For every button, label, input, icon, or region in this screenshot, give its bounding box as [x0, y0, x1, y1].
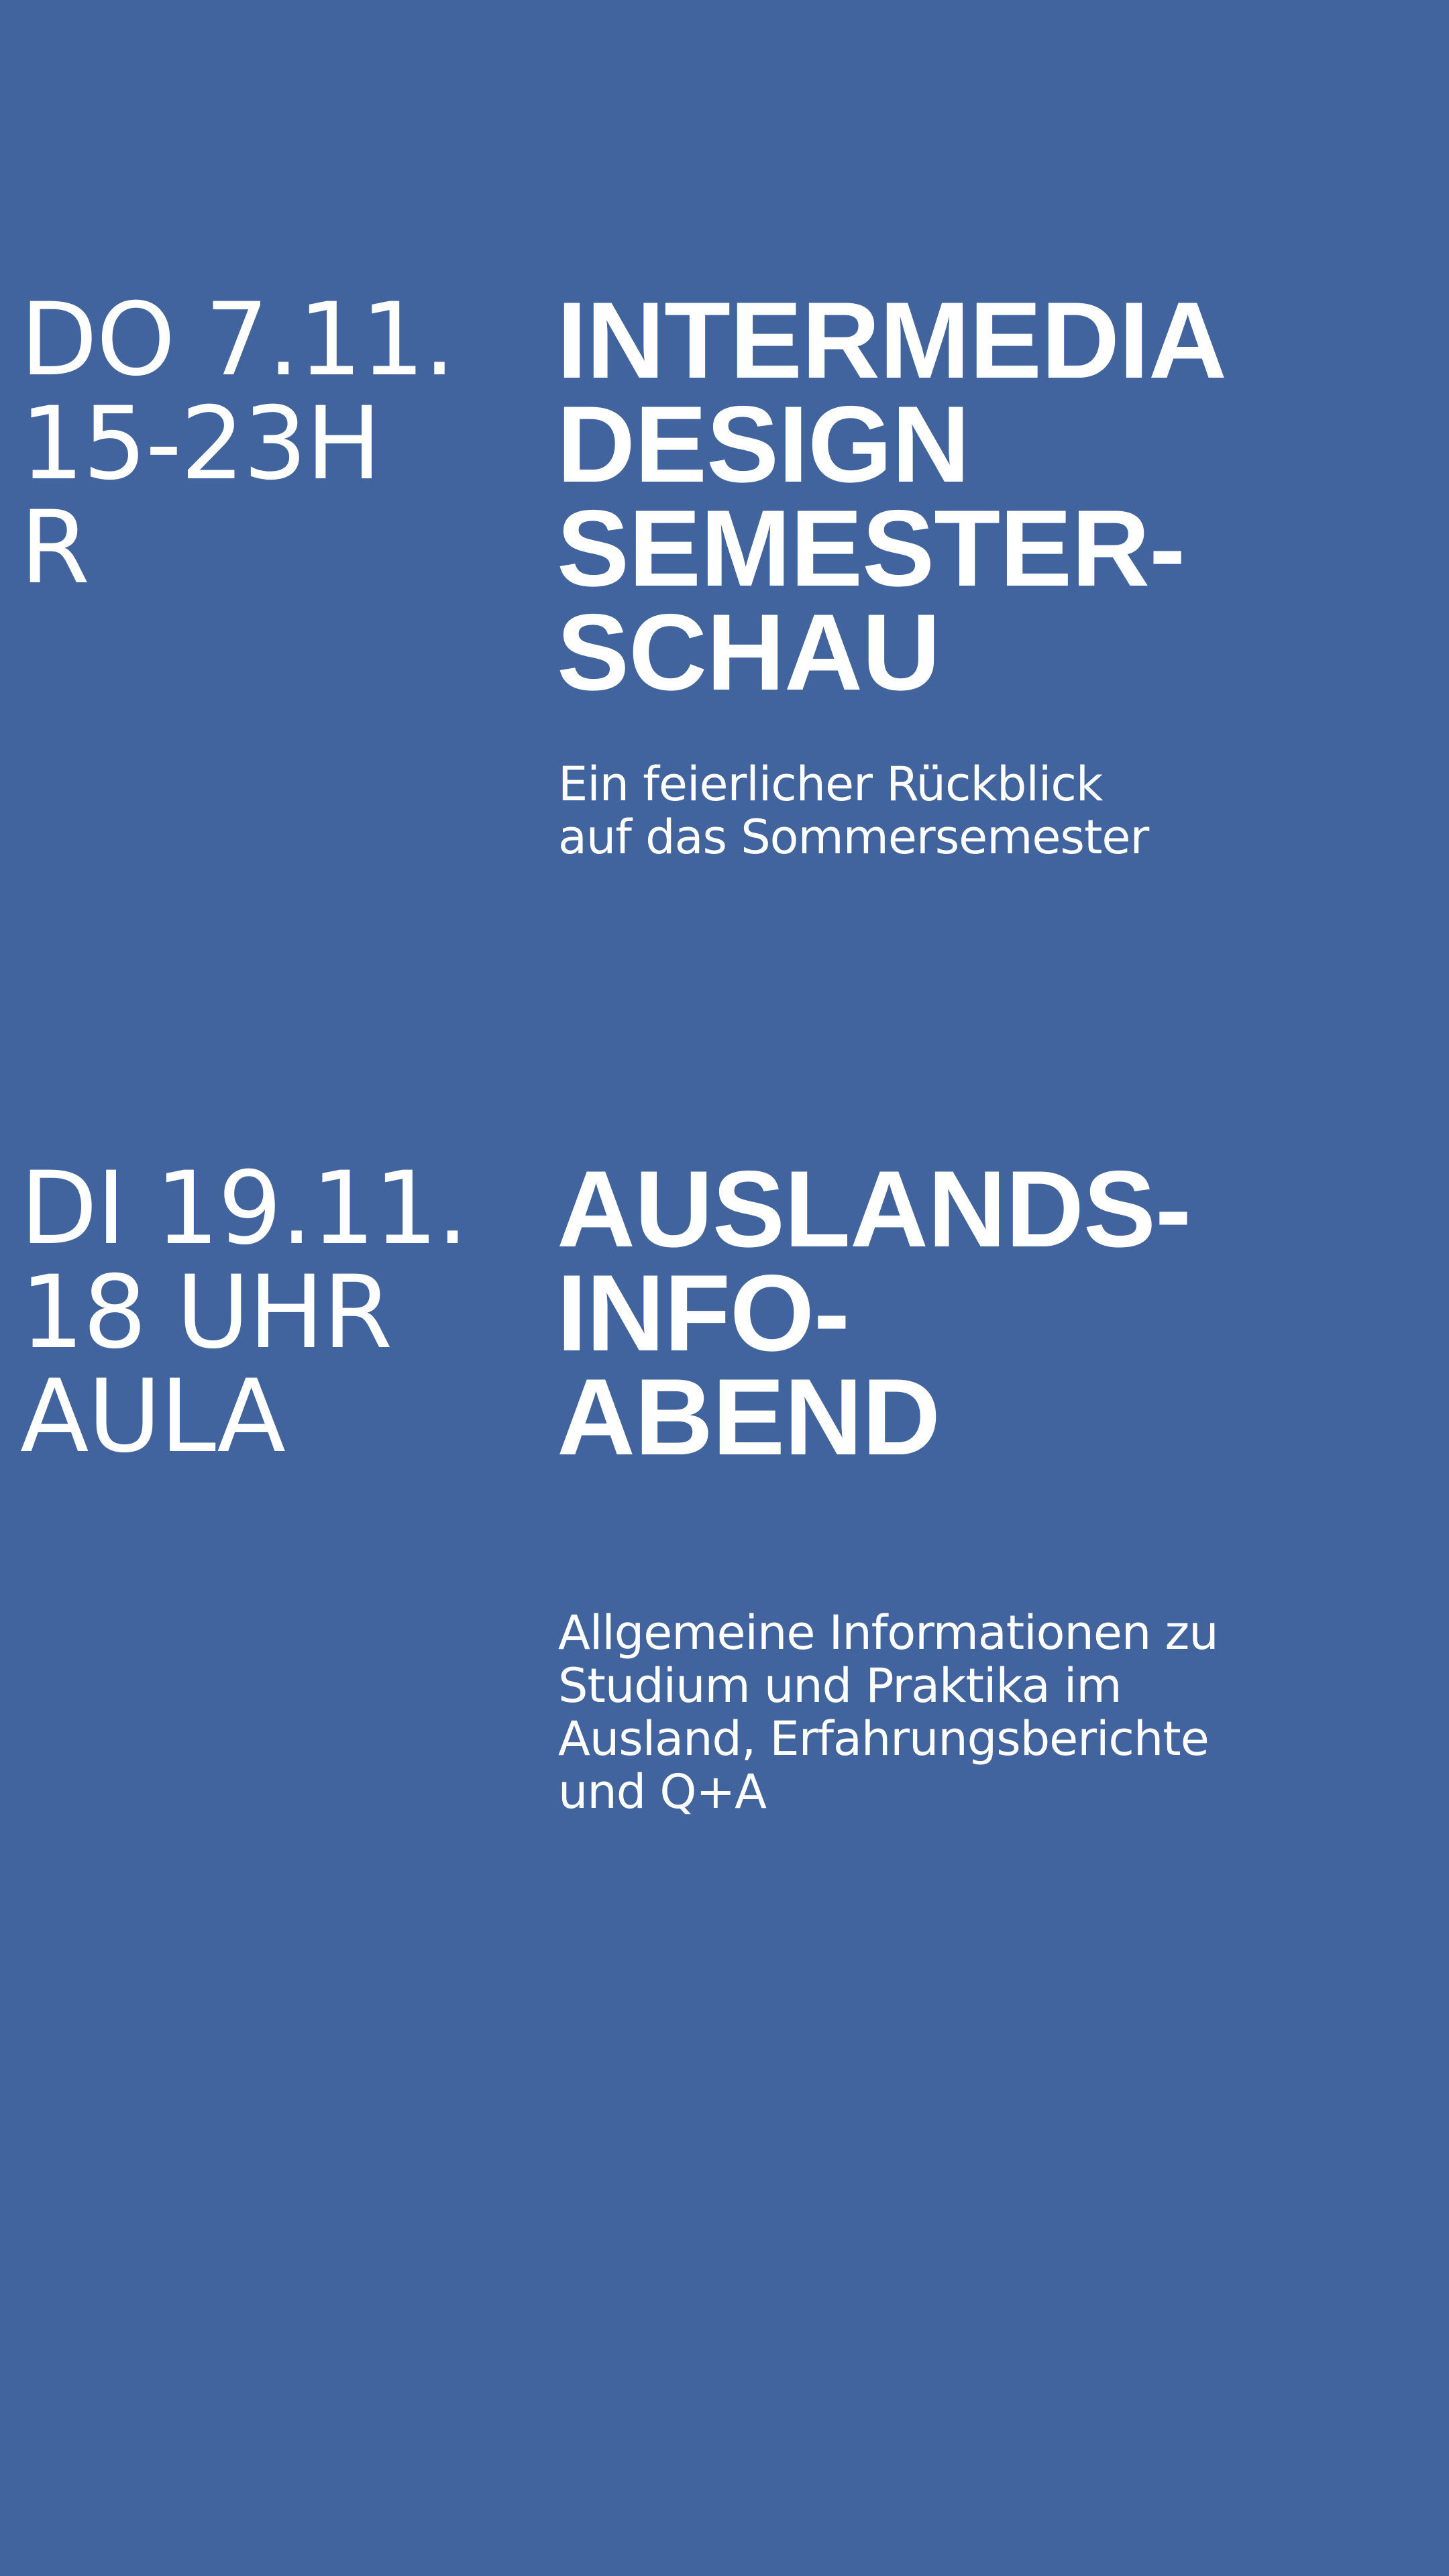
- event-title-line: INTERMEDIA: [557, 280, 1227, 401]
- event-title: INTERMEDIA DESIGN SEMESTER- SCHAU: [557, 280, 1429, 713]
- event-title-line: SCHAU: [557, 592, 941, 713]
- event-location: R: [20, 490, 90, 606]
- event-description-line: Ein feierlicher Rückblick: [558, 757, 1103, 812]
- event-title-line: INFO-: [557, 1252, 850, 1374]
- event-description: Ein feierlicher Rückblick auf das Sommer…: [558, 758, 1430, 864]
- event-title-line: SEMESTER-: [557, 488, 1185, 609]
- event-description-line: Allgemeine Informationen zu: [558, 1605, 1219, 1660]
- event-date: DO 7.11.: [20, 282, 455, 398]
- event-location: AULA: [20, 1358, 286, 1475]
- event-meta: DI 19.11. 18 UHR AULA: [20, 1157, 530, 1469]
- event-description-line: und Q+A: [558, 1764, 767, 1819]
- event-time: 18 UHR: [20, 1254, 392, 1371]
- event-meta: DO 7.11. 15-23H R: [20, 288, 530, 600]
- event-title-line: ABEND: [557, 1356, 941, 1478]
- event-time: 15-23H: [20, 386, 382, 502]
- event-description-line: Ausland, Erfahrungsberichte: [558, 1711, 1210, 1766]
- event-description-line: auf das Sommersemester: [558, 810, 1149, 865]
- event-title-line: DESIGN: [557, 384, 970, 505]
- event-description: Allgemeine Informationen zu Studium und …: [558, 1607, 1430, 1819]
- event-date: DI 19.11.: [20, 1150, 469, 1267]
- event-title: AUSLANDS- INFO- ABEND: [557, 1148, 1429, 1478]
- event-title-line: AUSLANDS-: [557, 1148, 1191, 1270]
- event-description-line: Studium und Praktika im: [558, 1658, 1122, 1713]
